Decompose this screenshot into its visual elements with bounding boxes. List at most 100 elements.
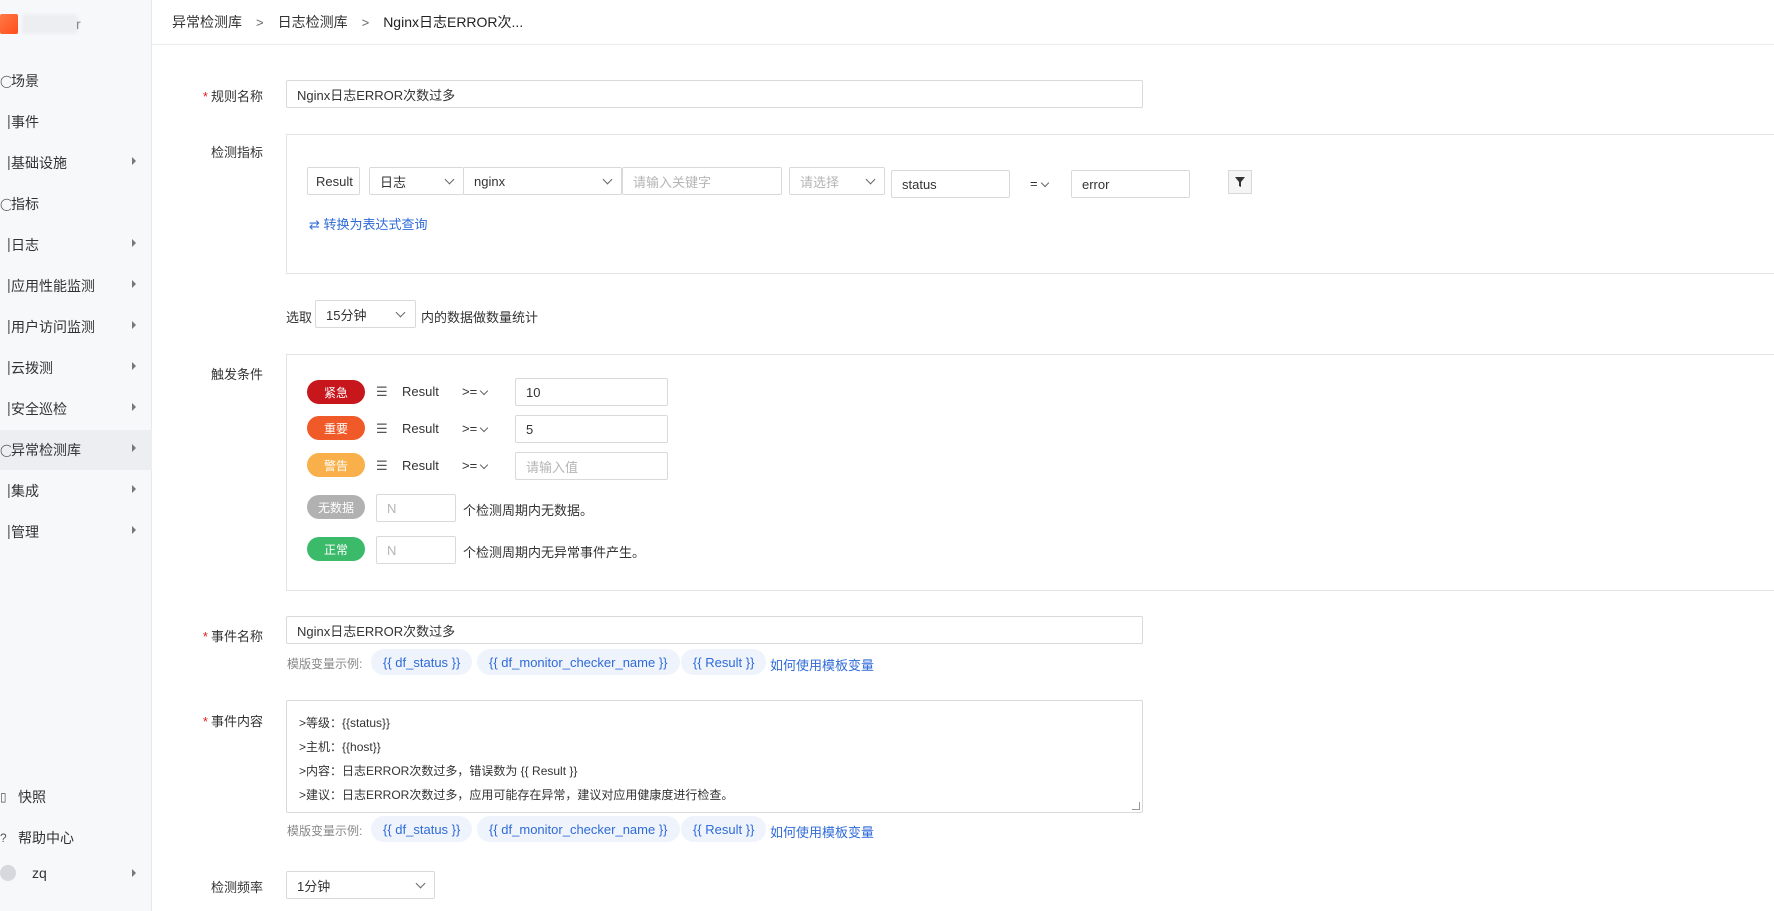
metric-box	[286, 134, 1774, 274]
sidebar-item-monitor[interactable]: ◯ 异常检测库	[0, 430, 152, 470]
badge-important: 重要	[307, 416, 365, 440]
dialtest-icon: ▕	[0, 361, 10, 375]
chevron-right-icon: >	[361, 14, 370, 30]
monitor-icon: ◯	[0, 443, 11, 457]
normal-text: 个检测周期内无异常事件产生。	[463, 545, 646, 560]
chevron-right-icon	[132, 485, 136, 493]
scene-icon: ◯	[0, 74, 11, 88]
resize-handle[interactable]	[1132, 802, 1140, 810]
metric-icon: ◯	[0, 197, 11, 211]
logo-icon	[0, 14, 18, 34]
filter-field-select[interactable]: 请选择	[789, 167, 885, 195]
sidebar-item-log[interactable]: ▕ 日志	[0, 225, 152, 265]
trigger-var: Result	[402, 384, 439, 399]
trigger-label: 触发条件	[210, 367, 263, 382]
content-line: >建议：日志ERROR次数过多，应用可能存在异常，建议对应用健康度进行检查。	[299, 788, 734, 802]
breadcrumb-current: Nginx日志ERROR次...	[383, 14, 524, 30]
template-hint: 模版变量示例:	[287, 657, 363, 671]
integration-icon: ▕	[0, 484, 10, 498]
logo[interactable]: r	[0, 8, 140, 40]
trigger-critical-input[interactable]: 10	[515, 378, 668, 406]
sidebar: r ◯ 场景 ▕ 事件 ▕ 基础设施 ◯ 指标 ▕ 日志 ▕ 应用性能监测 ▕ 用户访问监测 …	[0, 0, 152, 911]
chevron-down-icon	[865, 174, 876, 185]
operator-select[interactable]: =	[1030, 176, 1049, 191]
chevron-right-icon	[132, 321, 136, 329]
nodata-input[interactable]: N	[376, 494, 456, 522]
chevron-down-icon	[479, 386, 489, 396]
filter-button[interactable]	[1228, 170, 1252, 194]
logo-name-blurred	[22, 14, 78, 34]
result-alias-input[interactable]: Result	[307, 167, 360, 195]
event-name-input[interactable]: Nginx日志ERROR次数过多	[286, 616, 1143, 644]
sidebar-item-management[interactable]: ▕ 管理	[0, 512, 152, 552]
index-select[interactable]: nginx	[463, 167, 622, 195]
field-input[interactable]: status	[891, 170, 1010, 198]
sidebar-item-apm[interactable]: ▕ 应用性能监测	[0, 266, 152, 306]
chevron-right-icon: >	[256, 14, 264, 30]
badge-warning: 警告	[307, 453, 365, 477]
rum-icon: ▕	[0, 320, 10, 334]
logo-text: r	[76, 16, 81, 32]
apm-icon: ▕	[0, 279, 10, 293]
template-help-link[interactable]: 如何使用模板变量	[770, 822, 874, 841]
template-tag[interactable]: {{ Result }}	[681, 816, 767, 842]
sidebar-snapshot[interactable]: ▯ 快照	[0, 782, 152, 812]
chevron-down-icon	[1040, 178, 1049, 188]
chevron-right-icon	[132, 157, 136, 165]
trigger-operator-select[interactable]: >=	[462, 421, 489, 436]
snapshot-icon: ▯	[0, 790, 7, 804]
rule-name-input[interactable]: Nginx日志ERROR次数过多	[286, 80, 1143, 108]
template-tag[interactable]: {{ df_monitor_checker_name }}	[477, 649, 680, 675]
template-tag[interactable]: {{ df_status }}	[371, 649, 473, 675]
sidebar-item-rum[interactable]: ▕ 用户访问监测	[0, 307, 152, 347]
list-icon: ☰	[376, 421, 388, 436]
chevron-right-icon	[132, 280, 136, 288]
template-tag[interactable]: {{ Result }}	[681, 649, 767, 675]
chevron-right-icon	[132, 526, 136, 534]
metric-label: 检测指标	[210, 145, 263, 160]
content-line: >等级：{{status}}	[299, 716, 391, 730]
filter-icon	[1235, 177, 1245, 187]
value-input[interactable]: error	[1071, 170, 1190, 198]
breadcrumb-item[interactable]: 异常检测库	[172, 12, 242, 32]
content-line: >主机：{{host}}	[299, 740, 381, 754]
trigger-operator-select[interactable]: >=	[462, 458, 489, 473]
chevron-right-icon	[132, 403, 136, 411]
frequency-select[interactable]: 1分钟	[286, 871, 435, 899]
sidebar-item-scene[interactable]: ◯ 场景	[0, 61, 152, 101]
template-tag[interactable]: {{ df_monitor_checker_name }}	[477, 816, 680, 842]
sidebar-item-infrastructure[interactable]: ▕ 基础设施	[0, 143, 152, 183]
security-icon: ▕	[0, 402, 10, 416]
trigger-important-input[interactable]: 5	[515, 415, 668, 443]
event-icon: ▕	[0, 115, 10, 129]
trigger-var: Result	[402, 421, 439, 436]
trigger-warning-input[interactable]: 请输入值	[515, 452, 668, 480]
window-select[interactable]: 15分钟	[315, 300, 416, 328]
chevron-down-icon	[395, 307, 406, 318]
sidebar-item-security[interactable]: ▕ 安全巡检	[0, 389, 152, 429]
frequency-label: 检测频率	[210, 880, 263, 895]
content-line: >内容：日志ERROR次数过多，错误数为 {{ Result }}	[299, 764, 578, 778]
template-hint: 模版变量示例:	[287, 824, 363, 838]
trigger-var: Result	[402, 458, 439, 473]
sidebar-item-dialtest[interactable]: ▕ 云拨测	[0, 348, 152, 388]
normal-input[interactable]: N	[376, 536, 456, 564]
sidebar-item-metric[interactable]: ◯ 指标	[0, 184, 152, 224]
breadcrumb-item[interactable]: 日志检测库	[278, 12, 348, 32]
convert-expression-link[interactable]: ⇄ 转换为表达式查询	[309, 214, 428, 233]
sidebar-help[interactable]: ? 帮助中心	[0, 823, 152, 853]
sidebar-item-event[interactable]: ▕ 事件	[0, 102, 152, 142]
template-help-link[interactable]: 如何使用模板变量	[770, 655, 874, 674]
source-select[interactable]: 日志	[369, 167, 464, 195]
infrastructure-icon: ▕	[0, 156, 10, 170]
sidebar-user[interactable]: zq	[0, 858, 152, 888]
trigger-operator-select[interactable]: >=	[462, 384, 489, 399]
keyword-input[interactable]: 请输入关键字	[622, 167, 782, 195]
chevron-down-icon	[479, 423, 489, 433]
chevron-right-icon	[132, 444, 136, 452]
management-icon: ▕	[0, 525, 10, 539]
event-content-textarea[interactable]: >等级：{{status}} >主机：{{host}} >内容：日志ERROR次…	[286, 700, 1143, 813]
template-tag[interactable]: {{ df_status }}	[371, 816, 473, 842]
sidebar-item-integration[interactable]: ▕ 集成	[0, 471, 152, 511]
chevron-right-icon	[132, 362, 136, 370]
